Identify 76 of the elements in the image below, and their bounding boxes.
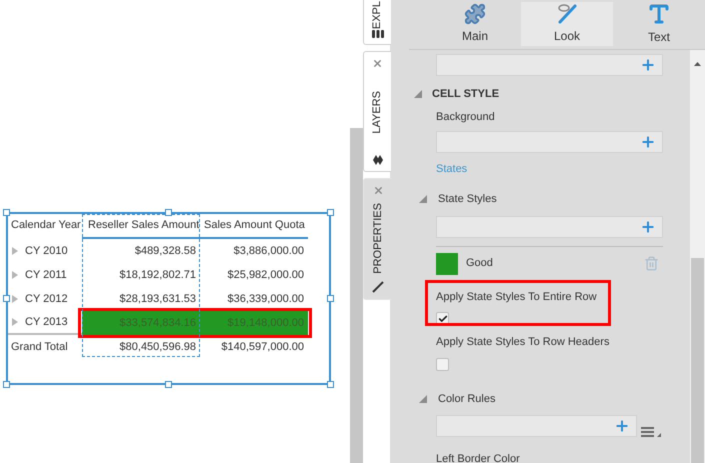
expand-triangle-icon[interactable] [414,90,422,98]
section-heading: CELL STYLE [432,86,500,102]
pencil-icon [372,281,384,293]
add-icon[interactable] [640,134,656,150]
table-cell-text: $3,886,000.00 [232,244,305,259]
row-header: CY 2010 [25,244,68,259]
add-icon[interactable] [640,218,656,234]
text-icon [647,2,671,26]
puzzle-icon [464,3,486,25]
resize-handle[interactable] [3,295,10,302]
scrollbar[interactable] [690,50,705,463]
canvas-scrollbar[interactable] [350,128,363,463]
resize-handle[interactable] [3,381,10,388]
columns-icon [372,30,384,38]
tab-label: EXPL [370,0,384,30]
tab-label: PROPERTIES [370,203,385,274]
color-swatch[interactable] [436,252,458,274]
row-header: CY 2013 [25,314,68,330]
row-expand-icon[interactable] [11,295,19,303]
field-label: Left Border Color [436,452,521,463]
eye-brush-icon [556,3,578,25]
column-header: Reseller Sales Amount [87,218,200,234]
menu-icon[interactable] [641,427,661,437]
field-label: Background [436,110,496,125]
checkbox[interactable] [436,358,449,370]
total-label: Grand Total [10,340,69,355]
resize-handle[interactable] [327,295,334,302]
table-cell: $19,148,000.00 [200,311,308,335]
side-tab[interactable]: EXPL [363,0,391,45]
table-cell-text: $489,328.58 [134,244,197,259]
state-name: Good [466,256,494,272]
scrollbar-thumb[interactable] [691,258,704,463]
table-widget[interactable] [6,212,331,385]
table-cell-text: $28,193,631.53 [118,292,197,307]
side-tab[interactable]: LAYERS [363,51,391,172]
expand-triangle-icon[interactable] [419,394,427,403]
layers-icon [372,155,382,165]
scroll-up-icon[interactable] [694,62,701,66]
tab-label: LAYERS [370,90,384,134]
row-header: CY 2011 [25,268,67,283]
resize-handle[interactable] [165,209,172,216]
resize-handle[interactable] [165,381,172,388]
row-expand-icon[interactable] [11,271,19,279]
column-header: Sales Amount Quota [203,218,306,234]
row-expand-icon[interactable] [11,247,19,255]
table-cell-text: $25,982,000.00 [226,268,305,283]
add-icon[interactable] [614,418,630,434]
table-cell-text: $18,192,802.71 [118,268,197,283]
column-header: Calendar Year [10,218,82,234]
toolbar-tab[interactable]: Look [521,2,613,46]
close-icon[interactable] [372,185,384,196]
collection-field[interactable] [436,415,637,437]
row-header: CY 2012 [25,292,68,307]
group-label: Color Rules [438,392,496,406]
table-cell-text: $36,339,000.00 [226,292,305,307]
collection-field[interactable] [436,216,663,238]
trash-icon[interactable] [644,256,659,271]
checkbox-label: Apply State Styles To Row Headers [436,335,610,350]
toolbar-tab[interactable]: Main [429,2,521,46]
collection-field[interactable] [436,54,663,76]
check-icon [438,314,448,324]
collection-field[interactable] [436,130,663,152]
total-cell-text: $80,450,596.98 [118,340,197,355]
table-cell: $33,574,834.16 [82,311,200,335]
total-cell-text: $140,597,000.00 [220,340,305,355]
resize-handle[interactable] [327,381,334,388]
toolbar-tab[interactable]: Text [613,2,705,46]
group-label: State Styles [438,192,497,207]
side-tab[interactable]: PROPERTIES [363,178,392,300]
resize-handle[interactable] [3,209,10,216]
resize-handle[interactable] [327,209,334,216]
row-expand-icon[interactable] [11,318,19,326]
checkbox-label: Apply State Styles To Entire Row [436,290,597,304]
close-icon[interactable] [372,58,383,69]
expand-triangle-icon[interactable] [419,195,427,204]
add-icon[interactable] [640,57,656,73]
